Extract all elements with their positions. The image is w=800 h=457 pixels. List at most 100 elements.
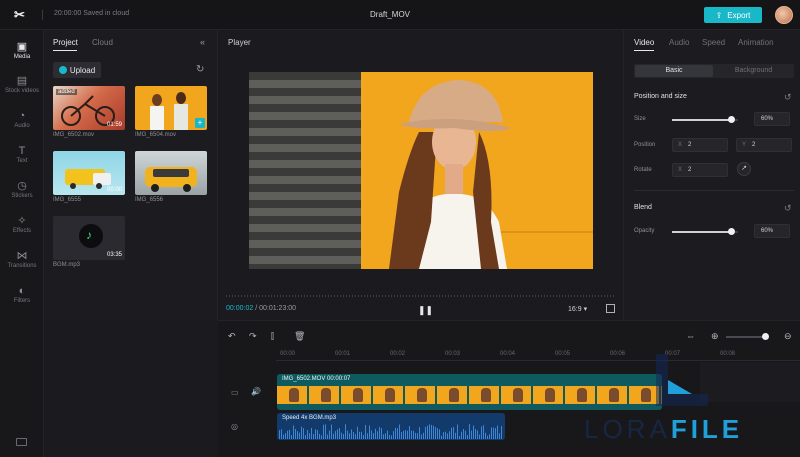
fit-timeline-icon[interactable]: ⇔ (686, 331, 695, 341)
waveform-bar (429, 424, 430, 439)
media-item[interactable]: added 01:59 (53, 86, 125, 130)
pause-button[interactable]: ❚❚ (418, 305, 433, 316)
fullscreen-icon[interactable] (606, 304, 615, 313)
waveform-bar (291, 435, 292, 439)
media-item[interactable]: + (135, 86, 207, 130)
media-item[interactable]: 00:00 (53, 151, 125, 195)
filters-icon: ◐ (18, 285, 26, 297)
rotate-field[interactable]: X2 (672, 163, 728, 177)
undo-icon[interactable]: ↶ (228, 331, 236, 342)
segment-background[interactable]: Background (714, 65, 793, 77)
rotate-label: Rotate (634, 167, 652, 173)
rail-item-text[interactable]: T Text (0, 144, 44, 164)
waveform-bar (295, 428, 296, 439)
text-icon: T (18, 145, 26, 157)
reset-icon[interactable]: ↺ (784, 92, 792, 103)
media-item[interactable] (135, 151, 207, 195)
preview-scrubber[interactable] (226, 295, 614, 297)
watermark-l-icon (656, 354, 708, 406)
cover-icon[interactable]: ▭ (231, 388, 239, 397)
tab-animation[interactable]: Animation (738, 38, 774, 47)
tab-video[interactable]: Video (634, 38, 654, 47)
mute-track-icon[interactable]: 🔊 (251, 387, 261, 396)
zoom-slider[interactable] (726, 333, 769, 340)
reset-icon[interactable]: ↺ (784, 203, 792, 214)
waveform-bar (431, 424, 432, 439)
upload-icon (58, 66, 67, 74)
tab-cloud[interactable]: Cloud (92, 38, 113, 47)
waveform-bar (491, 427, 492, 439)
tab-project[interactable]: Project (53, 38, 78, 47)
rail-item-audio[interactable]: ◔ Audio (0, 109, 44, 129)
rail-item-stickers[interactable]: ◷ Stickers (0, 179, 44, 199)
waveform-bar (325, 424, 326, 439)
waveform-bar (493, 427, 494, 439)
waveform-bar (467, 434, 468, 439)
audio-clip-label: Speed 4x BGM.mp3 (282, 415, 337, 421)
tab-speed[interactable]: Speed (702, 38, 725, 47)
zoom-out-icon[interactable]: ⊖ (784, 331, 792, 342)
aspect-ratio-select[interactable]: 16:9 ▾ (568, 305, 587, 313)
waveform-bar (363, 435, 364, 439)
waveform-bar (471, 430, 472, 439)
rail-item-stock-videos[interactable]: ▤ Stock videos (0, 74, 44, 94)
add-to-timeline-icon[interactable]: + (195, 118, 205, 128)
audio-track-icon[interactable]: ◎ (231, 422, 238, 431)
app-logo-icon[interactable]: ✂ (14, 7, 30, 23)
project-title[interactable]: Draft_MOV (370, 10, 410, 19)
waveform-bar (385, 433, 386, 439)
divider (42, 10, 43, 20)
waveform-bar (455, 432, 456, 439)
waveform-bar (413, 430, 414, 439)
tab-underline (634, 50, 654, 51)
rail-item-transitions[interactable]: ⋈ Transitions (0, 249, 44, 269)
collapse-panel-icon[interactable]: « (200, 37, 205, 47)
waveform-bar (297, 431, 298, 439)
keyboard-icon[interactable] (16, 438, 27, 446)
opacity-value-field[interactable]: 60% (754, 224, 790, 238)
size-value-field[interactable]: 60% (754, 112, 790, 126)
rail-item-effects[interactable]: ✧ Effects (0, 214, 44, 234)
segment-basic[interactable]: Basic (635, 65, 713, 77)
position-x-value: 2 (688, 142, 692, 148)
waveform-bar (419, 427, 420, 439)
upload-label: Upload (69, 65, 96, 75)
slider-handle[interactable] (762, 333, 769, 340)
media-item[interactable]: ♪ 03:35 (53, 216, 125, 260)
refresh-icon[interactable]: ↻ (196, 64, 204, 75)
export-button[interactable]: ⇪ Export (704, 7, 762, 23)
waveform-bar (285, 433, 286, 439)
waveform-bar (423, 432, 424, 439)
waveform-bar (315, 429, 316, 439)
slider-handle[interactable] (728, 116, 736, 123)
position-x-field[interactable]: X2 (672, 138, 728, 152)
waveform-bar (487, 435, 488, 439)
stock-icon: ▤ (16, 75, 28, 87)
waveform-bar (373, 433, 374, 439)
opacity-slider[interactable] (672, 228, 738, 235)
avatar[interactable] (775, 6, 793, 24)
audio-clip[interactable]: Speed 4x BGM.mp3 (277, 413, 505, 440)
position-y-field[interactable]: Y2 (736, 138, 792, 152)
rail-item-filters[interactable]: ◐ Filters (0, 284, 44, 304)
zoom-in-icon[interactable]: ⊕ (711, 331, 719, 342)
slider-handle[interactable] (728, 228, 736, 235)
waveform-bar (339, 427, 340, 439)
upload-button[interactable]: Upload (53, 62, 101, 78)
waveform-bar (331, 424, 332, 439)
rotate-dial-icon[interactable]: ↗ (737, 162, 751, 176)
waveform-bar (415, 432, 416, 439)
redo-icon[interactable]: ↷ (249, 331, 257, 342)
watermark-text-file: FILE (670, 414, 744, 444)
tab-audio[interactable]: Audio (669, 38, 689, 47)
waveform-bar (485, 432, 486, 439)
waveform-bar (345, 424, 346, 439)
video-preview[interactable] (249, 72, 593, 269)
rail-item-media[interactable]: ▣ Media (0, 40, 44, 60)
waveform-bar (399, 424, 400, 439)
split-icon[interactable]: ⫿ (271, 331, 274, 342)
size-slider[interactable] (672, 116, 738, 123)
delete-icon[interactable]: 🗑 (294, 331, 305, 342)
waveform-bar (439, 429, 440, 439)
music-note-icon: ♪ (86, 228, 92, 242)
